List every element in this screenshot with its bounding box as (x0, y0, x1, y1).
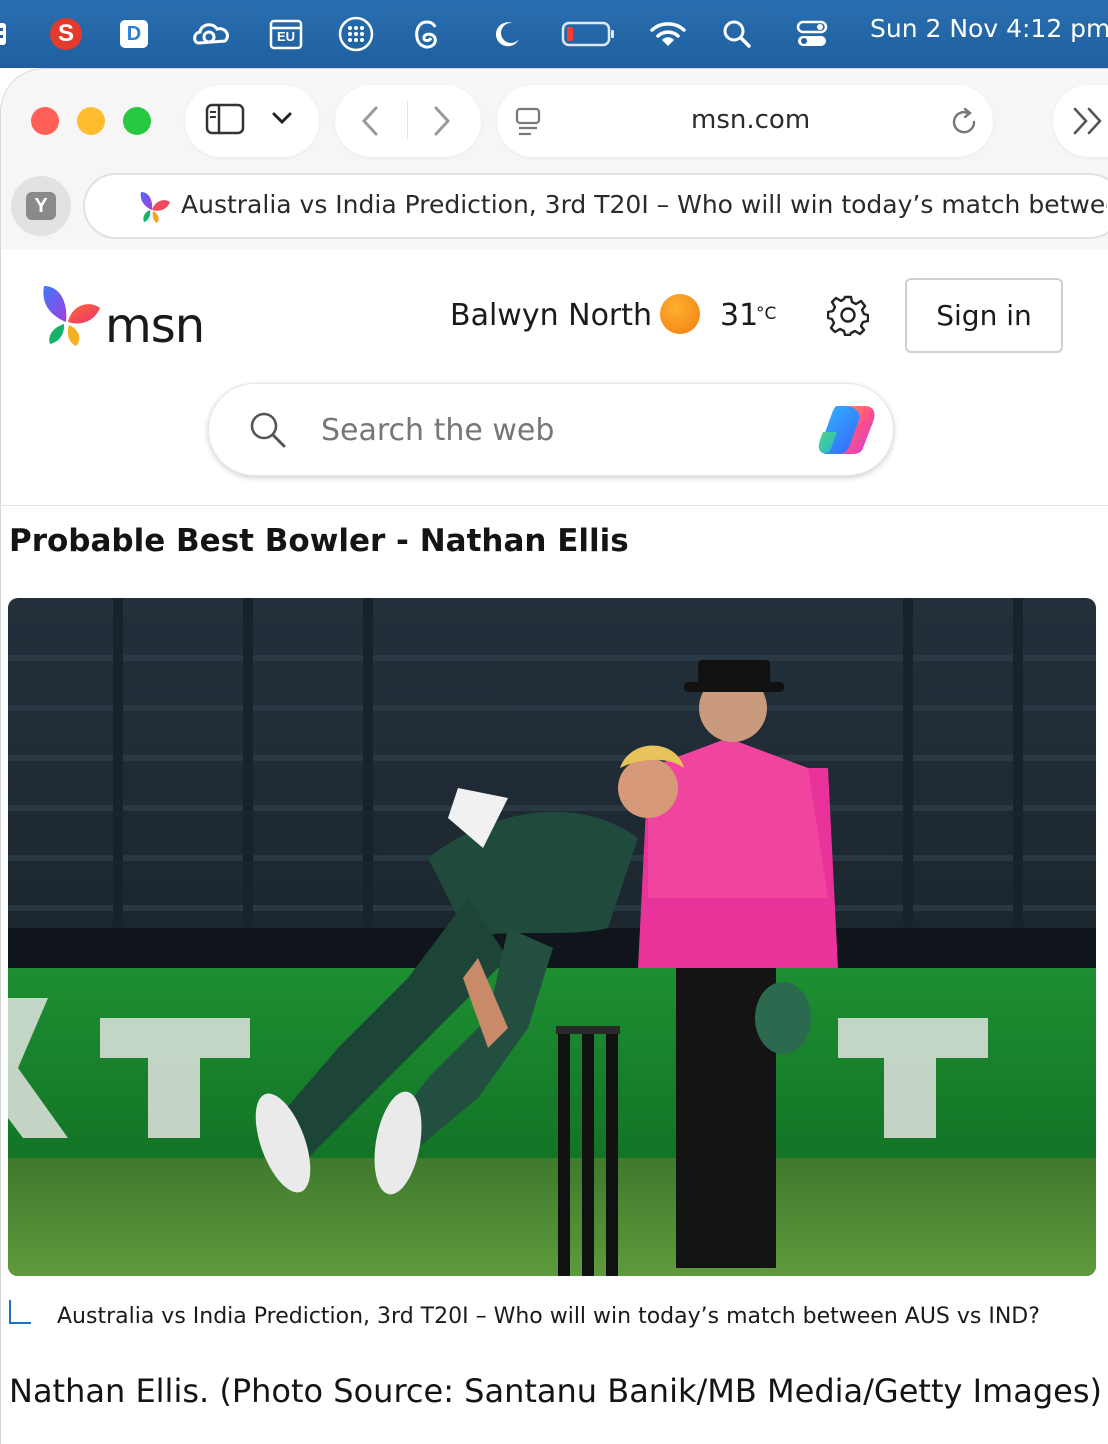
nav-divider (407, 101, 408, 139)
window-zoom-button[interactable] (123, 107, 151, 135)
reload-icon[interactable] (951, 107, 979, 142)
menubar-clock[interactable]: Sun 2 Nov 4:12 pm (870, 14, 1108, 43)
navigation-group (335, 85, 481, 157)
back-button[interactable] (359, 105, 381, 142)
tab-title[interactable]: Australia vs India Prediction, 3rd T20I … (181, 190, 1107, 219)
window-minimize-button[interactable] (77, 107, 105, 135)
sidebar-icon[interactable] (205, 103, 245, 140)
d-app-letter: D (126, 22, 142, 45)
sidebar-toggle-group (185, 85, 319, 157)
msn-favicon-icon (137, 190, 173, 229)
article-heading: Probable Best Bowler - Nathan Ellis (9, 523, 629, 559)
search-input[interactable]: Search the web (321, 413, 554, 448)
moon-icon[interactable] (490, 16, 524, 52)
article-photo[interactable] (8, 598, 1096, 1276)
sign-in-button[interactable]: Sign in (905, 278, 1063, 353)
battery-icon[interactable] (560, 16, 616, 52)
settings-gear-icon[interactable] (826, 294, 870, 337)
eu-label: EU (276, 29, 296, 44)
stack-icon[interactable] (0, 16, 12, 52)
s-app-letter: S (57, 20, 74, 47)
msn-butterfly-icon (43, 286, 100, 346)
threads-icon[interactable] (410, 16, 444, 52)
msn-brand-text[interactable]: msn (105, 298, 205, 354)
double-chevron-right-icon (1071, 105, 1107, 142)
chevron-down-icon[interactable] (271, 109, 293, 132)
copilot-icon[interactable] (815, 402, 879, 458)
page-menu-icon[interactable] (515, 107, 543, 142)
header-divider (0, 505, 1108, 506)
url-text[interactable]: msn.com (691, 105, 810, 135)
dots-grid-icon[interactable] (336, 16, 376, 52)
profile-initial: Y (26, 192, 56, 220)
macos-menu-bar: S D EU Sun 2 Nov 4:12 pm (0, 0, 1108, 68)
forward-button[interactable] (431, 105, 453, 142)
weather-temperature-unit: °C (756, 304, 777, 324)
sunny-weather-icon[interactable] (660, 294, 700, 334)
weather-temperature[interactable]: 31 (720, 298, 758, 333)
cricket-bowler-photo (8, 598, 1096, 1276)
caption-marker-icon (9, 1300, 31, 1324)
search-icon[interactable] (248, 410, 288, 450)
creative-cloud-icon[interactable] (190, 16, 234, 52)
image-caption: Australia vs India Prediction, 3rd T20I … (57, 1304, 1040, 1329)
msn-logo[interactable] (38, 284, 102, 348)
spotlight-icon[interactable] (720, 16, 754, 52)
photo-credit: Nathan Ellis. (Photo Source: Santanu Ban… (9, 1372, 1102, 1410)
d-app-icon[interactable]: D (116, 16, 152, 52)
control-center-icon[interactable] (794, 16, 830, 52)
profile-button[interactable]: Y (11, 176, 71, 236)
wifi-icon[interactable] (648, 16, 688, 52)
window-close-button[interactable] (31, 107, 59, 135)
s-app-icon[interactable]: S (48, 16, 84, 52)
eu-icon[interactable]: EU (268, 16, 304, 52)
weather-location[interactable]: Balwyn North (450, 298, 652, 333)
